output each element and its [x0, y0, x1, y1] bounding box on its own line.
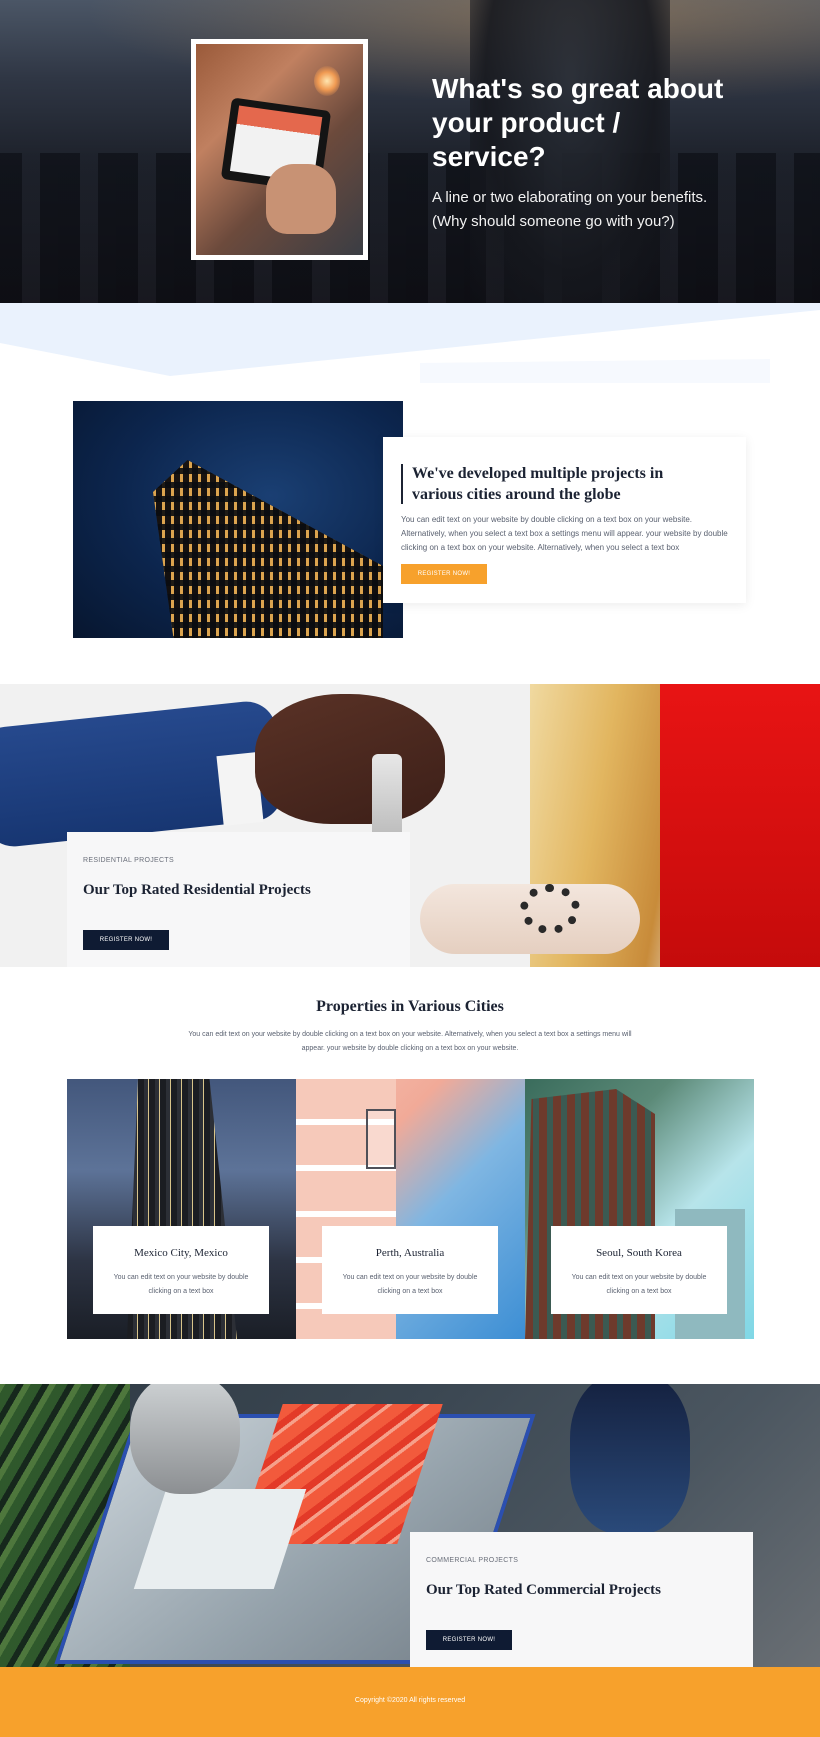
commercial-card: COMMERCIAL PROJECTS Our Top Rated Commer… [410, 1532, 753, 1667]
commercial-title: Our Top Rated Commercial Projects [426, 1582, 661, 1598]
angled-divider-band [0, 303, 820, 383]
hero-subtitle: A line or two elaborating on your benefi… [432, 189, 708, 230]
cities-title: Properties in Various Cities [316, 998, 504, 1015]
balcony [366, 1109, 396, 1169]
red-dress [660, 684, 820, 967]
intro-title: We've developed multiple projects in var… [412, 465, 664, 503]
city-card[interactable]: Perth, Australia You can edit text on yo… [322, 1226, 498, 1314]
commercial-eyebrow: COMMERCIAL PROJECTS [426, 1557, 519, 1564]
intro-body: You can edit text on your website by dou… [401, 515, 728, 552]
cities-intro: You can edit text on your website by dou… [188, 1031, 632, 1052]
hero-title: What's so great about your product / ser… [432, 73, 724, 172]
footer: Copyright ©2020 All rights reserved [0, 1667, 820, 1737]
residential-title: Our Top Rated Residential Projects [83, 882, 311, 898]
city-description: You can edit text on your website by dou… [113, 1274, 249, 1295]
city-description: You can edit text on your website by dou… [571, 1274, 707, 1295]
residential-card: RESIDENTIAL PROJECTS Our Top Rated Resid… [67, 832, 410, 967]
city-description: You can edit text on your website by dou… [342, 1274, 478, 1295]
residential-eyebrow: RESIDENTIAL PROJECTS [83, 857, 174, 864]
city-card[interactable]: Seoul, South Korea You can edit text on … [551, 1226, 727, 1314]
residential-register-button[interactable]: REGISTER NOW! [83, 930, 169, 950]
hand-on-tablet [266, 164, 336, 234]
city-card[interactable]: Mexico City, Mexico You can edit text on… [93, 1226, 269, 1314]
city-name: Seoul, South Korea [596, 1247, 682, 1259]
commercial-register-button[interactable]: REGISTER NOW! [426, 1630, 512, 1650]
tablet-photo [196, 44, 363, 255]
accent-bar [401, 464, 403, 504]
footer-copyright: Copyright ©2020 All rights reserved [354, 1697, 466, 1704]
hero-framed-photo [191, 39, 368, 260]
city-name: Perth, Australia [375, 1247, 445, 1259]
hero-section: What's so great about your product / ser… [0, 0, 820, 303]
keys-icon [372, 754, 402, 844]
intro-card: We've developed multiple projects in var… [383, 437, 746, 603]
vendor-person [130, 1384, 240, 1494]
candle-glow [314, 66, 340, 96]
bracelet [520, 884, 580, 934]
hand-with-keys [255, 694, 445, 824]
city-name: Mexico City, Mexico [134, 1247, 228, 1259]
intro-register-button[interactable]: REGISTER NOW! [401, 564, 487, 584]
walking-person [570, 1384, 690, 1534]
skyscraper-photo [73, 401, 403, 638]
